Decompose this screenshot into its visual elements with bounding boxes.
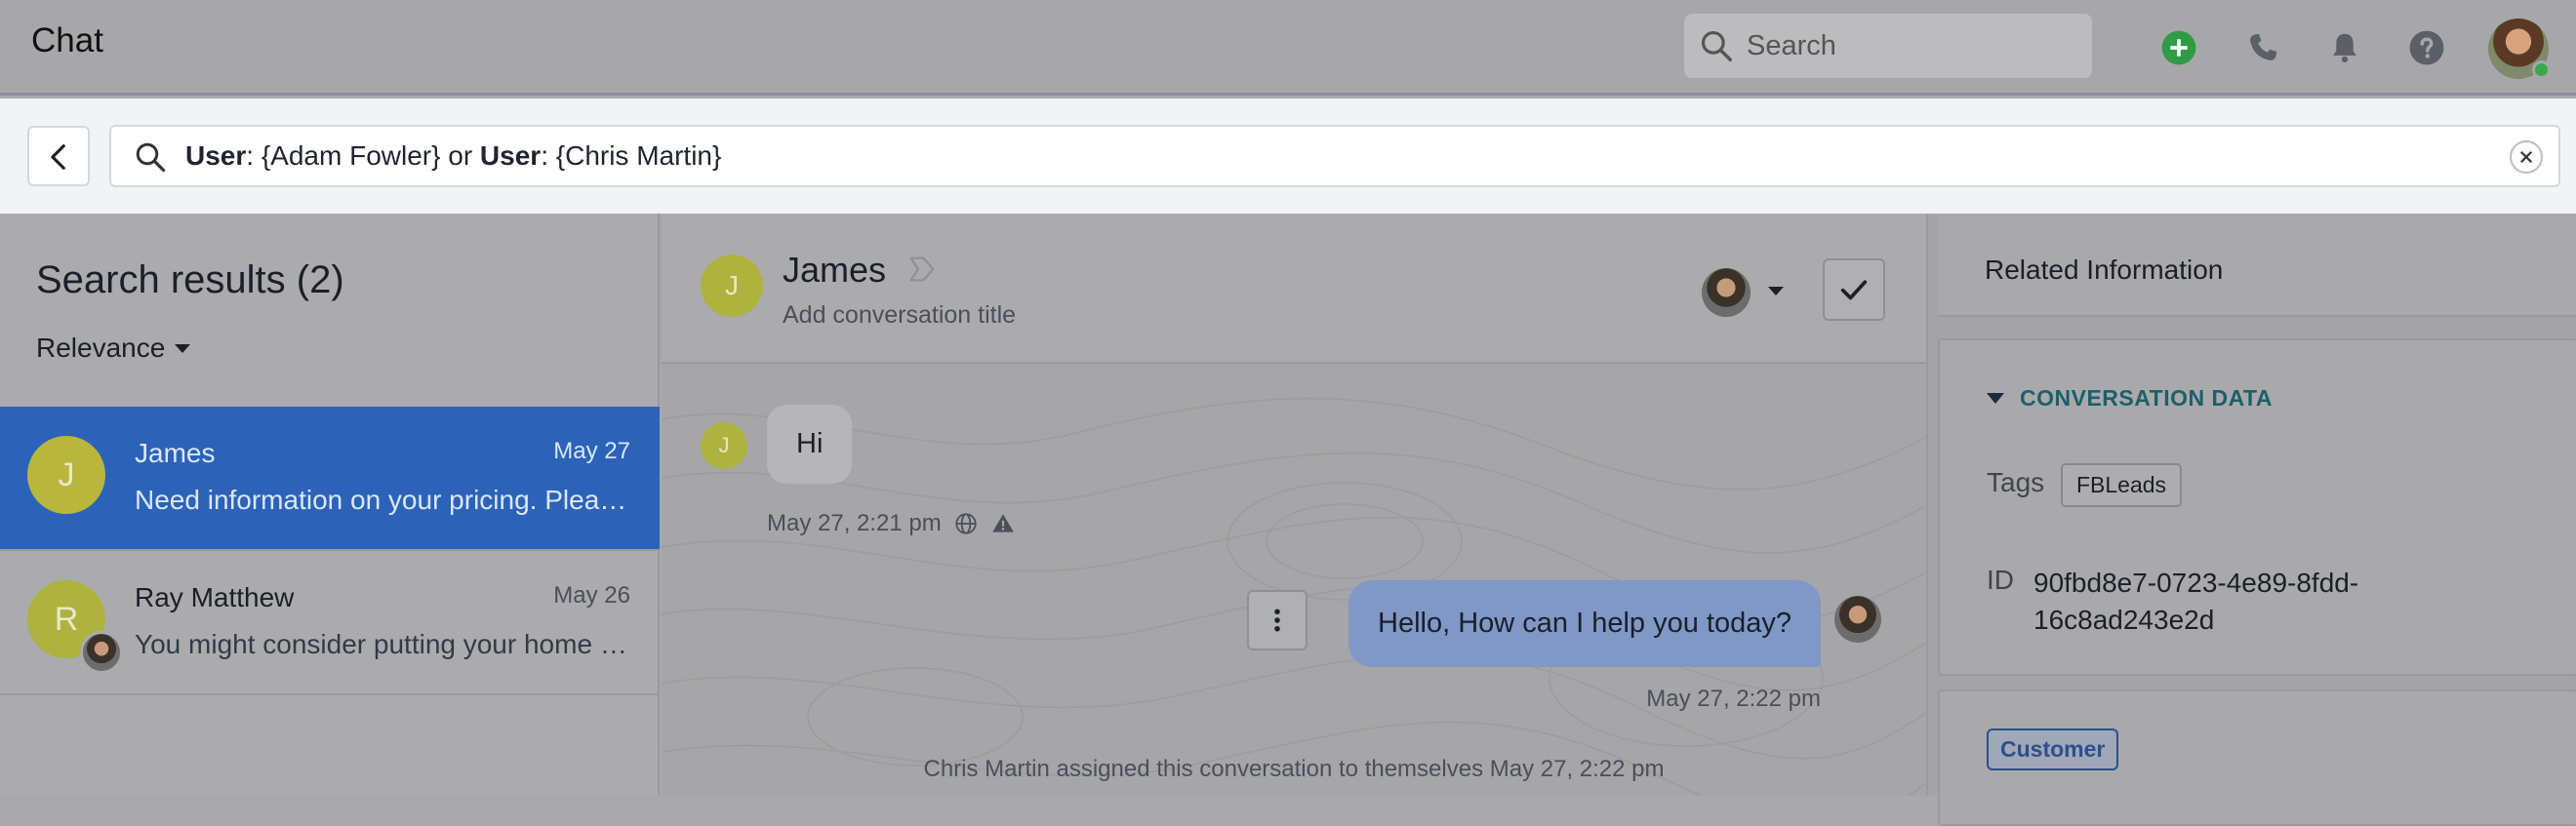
bell-icon[interactable] bbox=[2326, 29, 2363, 66]
related-info-title: Related Information bbox=[1985, 255, 2224, 285]
related-info-header: Related Information bbox=[1938, 214, 2576, 317]
contact-name: James bbox=[135, 438, 216, 468]
result-date: May 26 bbox=[553, 582, 630, 609]
contact-name: Ray Matthew bbox=[135, 582, 295, 612]
top-bar: Chat bbox=[0, 0, 2576, 96]
phone-icon[interactable] bbox=[2244, 29, 2281, 66]
chevron-left-icon bbox=[51, 144, 65, 170]
result-date: May 27 bbox=[553, 438, 630, 464]
kebab-menu-icon bbox=[1274, 609, 1280, 632]
system-note: Chris Martin assigned this conversation … bbox=[923, 756, 1665, 782]
warning-icon bbox=[991, 514, 1014, 532]
contact-card: Customer bbox=[1938, 689, 2576, 826]
assignee-dropdown-caret-icon[interactable] bbox=[1768, 287, 1784, 295]
conversation-title-placeholder[interactable]: Add conversation title bbox=[783, 301, 1016, 330]
conversation-contact-name[interactable]: James bbox=[783, 250, 886, 291]
query-field-key: User bbox=[185, 140, 247, 171]
message-timestamp: May 27, 2:21 pm bbox=[767, 510, 942, 536]
conversation-data-toggle[interactable]: CONVERSATION DATA bbox=[1987, 385, 2273, 412]
tag-outline-icon[interactable] bbox=[906, 253, 939, 286]
conversation-header: J James Add conversation title bbox=[662, 214, 1926, 364]
close-icon bbox=[2519, 150, 2533, 164]
message-meta: May 27, 2:21 pm bbox=[767, 510, 1016, 537]
result-item[interactable]: J James May 27 Need information on your … bbox=[0, 407, 660, 551]
search-query-text[interactable]: User: {Adam Fowler} or User: {Chris Mart… bbox=[185, 140, 721, 172]
query-value: : {Adam Fowler} or bbox=[246, 140, 480, 171]
message-preview: Need information on your pricing. Please… bbox=[135, 485, 632, 515]
conversation-id: 90fbd8e7-0723-4e89-8fdd-16c8ad243e2d bbox=[2033, 568, 2359, 635]
search-query-field[interactable]: User: {Adam Fowler} or User: {Chris Mart… bbox=[109, 125, 2560, 187]
checkmark-icon bbox=[1840, 280, 1868, 300]
search-icon bbox=[136, 142, 166, 173]
caret-down-icon bbox=[1987, 393, 2004, 404]
message-options-button[interactable] bbox=[1247, 590, 1308, 650]
customer-badge: Customer bbox=[1987, 728, 2119, 770]
id-label: ID bbox=[1987, 565, 2014, 595]
conversation-data-card: CONVERSATION DATA Tags FBLeads ID 90fbd8… bbox=[1938, 338, 2576, 676]
online-status-dot bbox=[2532, 60, 2551, 79]
tag-chip[interactable]: FBLeads bbox=[2061, 463, 2183, 507]
filter-bar: User: {Adam Fowler} or User: {Chris Mart… bbox=[0, 98, 2576, 214]
back-button[interactable] bbox=[27, 126, 90, 186]
related-info-panel: Related Information CONVERSATION DATA Ta… bbox=[1926, 214, 2576, 826]
message-preview: You might consider putting your home on … bbox=[135, 629, 632, 659]
message-author-avatar: J bbox=[701, 422, 747, 469]
app-title: Chat bbox=[31, 21, 103, 59]
caret-down-icon bbox=[175, 343, 191, 353]
result-item[interactable]: R Ray Matthew May 26 You might consider … bbox=[0, 551, 660, 695]
sort-label: Relevance bbox=[36, 333, 166, 363]
clear-search-button[interactable] bbox=[2510, 140, 2543, 174]
sort-dropdown[interactable]: Relevance bbox=[36, 333, 191, 364]
assignee-avatar[interactable] bbox=[1702, 268, 1751, 317]
search-results-panel: Search results (2) Relevance J James May… bbox=[0, 214, 660, 796]
query-value: : {Chris Martin} bbox=[541, 140, 722, 171]
search-input[interactable] bbox=[1745, 23, 2076, 68]
tags-label: Tags bbox=[1987, 467, 2045, 497]
assignee-avatar bbox=[80, 631, 123, 674]
incoming-message-bubble: Hi bbox=[767, 405, 853, 484]
section-title: CONVERSATION DATA bbox=[2020, 385, 2273, 411]
contact-avatar: J bbox=[27, 436, 105, 514]
add-circle-icon[interactable] bbox=[2160, 29, 2197, 66]
conversation-panel: J James Add conversation title J Hi May … bbox=[662, 214, 1926, 796]
global-search[interactable] bbox=[1684, 14, 2092, 78]
search-icon bbox=[1701, 30, 1732, 61]
help-icon[interactable] bbox=[2408, 29, 2445, 66]
message-timestamp: May 27, 2:22 pm bbox=[1646, 686, 1821, 712]
agent-avatar bbox=[1834, 596, 1881, 643]
outgoing-message-bubble: Hello, How can I help you today? bbox=[1348, 580, 1821, 667]
results-title: Search results (2) bbox=[36, 258, 344, 301]
contact-avatar: J bbox=[701, 255, 763, 317]
resolve-button[interactable] bbox=[1823, 258, 1885, 321]
query-field-key: User bbox=[479, 140, 542, 171]
globe-icon bbox=[955, 513, 977, 534]
